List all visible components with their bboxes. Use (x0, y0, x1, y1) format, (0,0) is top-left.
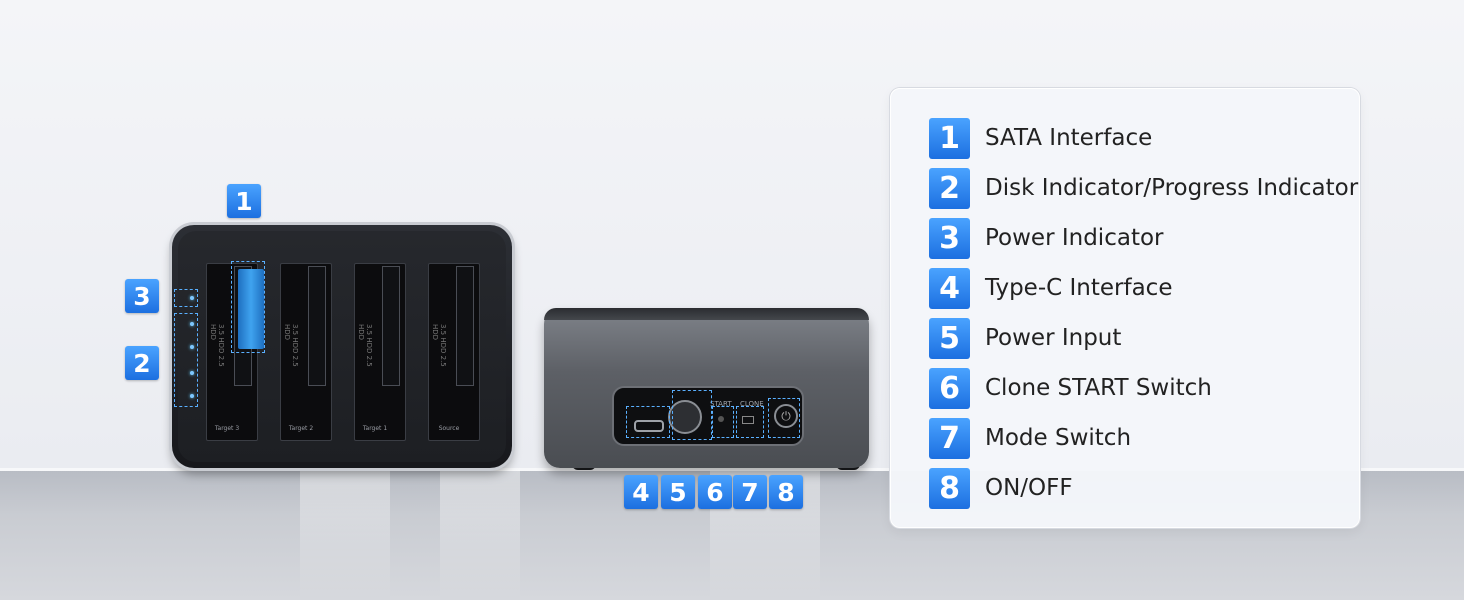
slot-label: Source (438, 425, 460, 432)
dock-face: 3.5 HDD 2.5 HDD Target 3 3.5 HDD 2.5 HDD… (174, 231, 506, 462)
legend-label: SATA Interface (985, 125, 1153, 151)
legend-label: ON/OFF (985, 475, 1073, 501)
legend-label: Type-C Interface (985, 275, 1173, 301)
legend-item-disk-indicator: 2 Disk Indicator/Progress Indicator (929, 167, 1358, 209)
hdd-docking-station-rear: START CLONE ⏻ (544, 308, 869, 468)
legend-number: 3 (929, 217, 970, 259)
slot-inner (382, 266, 400, 386)
legend-number: 2 (929, 167, 970, 209)
slot-label: Target 2 (288, 425, 314, 432)
legend-label: Power Indicator (985, 225, 1164, 251)
type-c-highlight (626, 406, 670, 438)
sata-highlight (231, 261, 265, 353)
mode-highlight (736, 406, 764, 438)
legend-number: 6 (929, 367, 970, 409)
callout-badge-5: 5 (661, 475, 695, 509)
slot-text: 3.5 HDD 2.5 HDD (431, 324, 447, 367)
legend-panel: 1 SATA Interface 2 Disk Indicator/Progre… (890, 88, 1360, 528)
callout-badge-6: 6 (698, 475, 732, 509)
legend-label: Mode Switch (985, 425, 1132, 451)
callout-badge-7: 7 (733, 475, 767, 509)
callout-badge-2: 2 (125, 346, 159, 380)
legend-label: Disk Indicator/Progress Indicator (985, 175, 1359, 201)
legend-number: 8 (929, 467, 970, 509)
rear-port-panel: START CLONE ⏻ (612, 386, 804, 446)
callout-badge-3: 3 (125, 279, 159, 313)
legend-number: 5 (929, 317, 970, 359)
slot-text: 3.5 HDD 2.5 HDD (283, 324, 299, 367)
legend-item-sata: 1 SATA Interface (929, 117, 1152, 159)
slot-label: Target 1 (362, 425, 388, 432)
hdd-docking-station-front: 3.5 HDD 2.5 HDD Target 3 3.5 HDD 2.5 HDD… (172, 225, 512, 468)
callout-badge-8: 8 (769, 475, 803, 509)
legend-item-power-indicator: 3 Power Indicator (929, 217, 1164, 259)
legend-item-clone-start: 6 Clone START Switch (929, 367, 1212, 409)
start-highlight (712, 406, 734, 438)
callout-badge-4: 4 (624, 475, 658, 509)
light-beam (440, 470, 520, 600)
callout-badge-1: 1 (227, 184, 261, 218)
legend-label: Clone START Switch (985, 375, 1212, 401)
legend-item-power-input: 5 Power Input (929, 317, 1121, 359)
slot-inner (308, 266, 326, 386)
legend-number: 4 (929, 267, 970, 309)
slot-inner (456, 266, 474, 386)
drive-slot-2: 3.5 HDD 2.5 HDD Target 2 (280, 263, 332, 441)
power-led-highlight (174, 289, 198, 307)
power-input-highlight (672, 390, 712, 440)
legend-item-on-off: 8 ON/OFF (929, 467, 1073, 509)
slot-label: Target 3 (214, 425, 240, 432)
drive-slot-3: 3.5 HDD 2.5 HDD Target 1 (354, 263, 406, 441)
drive-slot-4: 3.5 HDD 2.5 HDD Source (428, 263, 480, 441)
legend-number: 1 (929, 117, 970, 159)
slot-text: 3.5 HDD 2.5 HDD (209, 324, 225, 367)
light-beam (300, 470, 390, 600)
box-top (544, 308, 869, 320)
legend-number: 7 (929, 417, 970, 459)
slot-text: 3.5 HDD 2.5 HDD (357, 324, 373, 367)
onoff-highlight (768, 398, 800, 438)
legend-item-type-c: 4 Type-C Interface (929, 267, 1172, 309)
disk-led-highlight (174, 313, 198, 407)
legend-label: Power Input (985, 325, 1122, 351)
legend-item-mode-switch: 7 Mode Switch (929, 417, 1131, 459)
